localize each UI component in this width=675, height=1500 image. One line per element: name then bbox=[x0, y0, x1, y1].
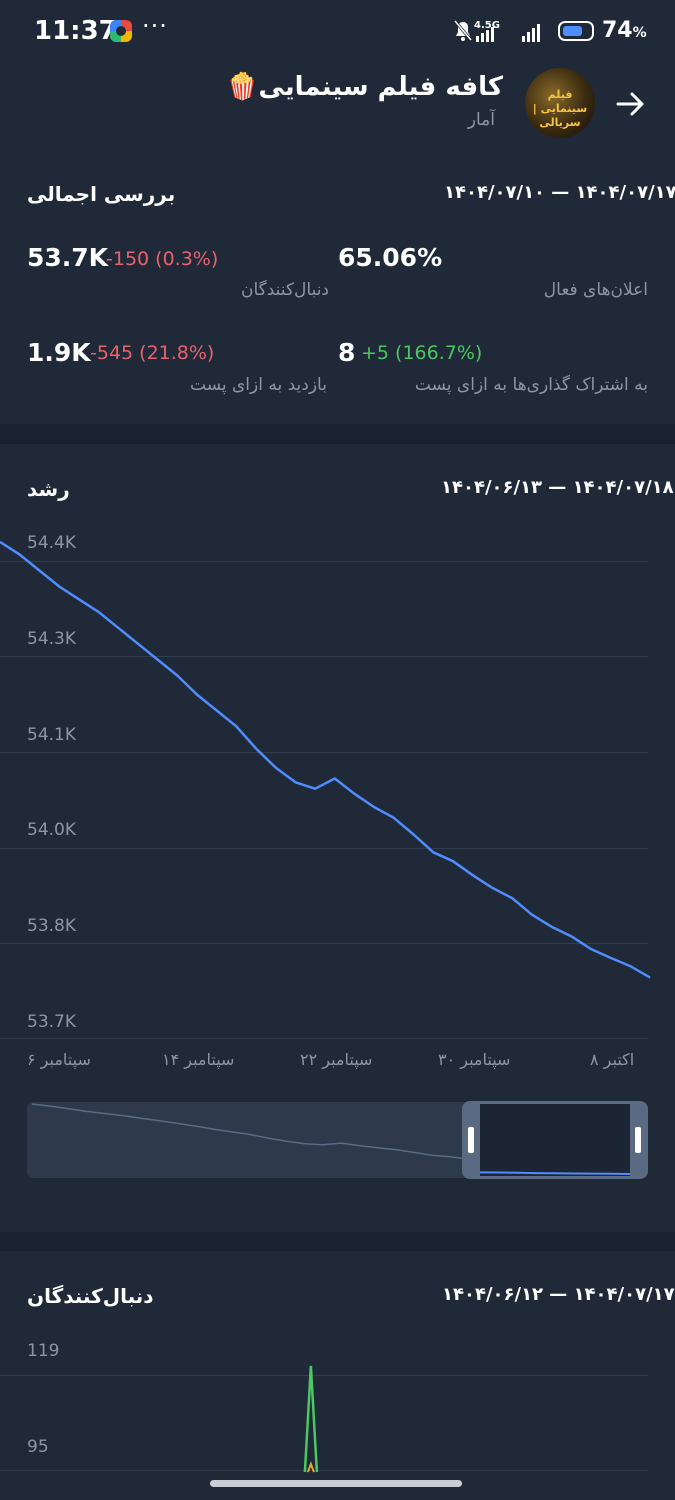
growth-chart[interactable] bbox=[0, 520, 675, 1060]
views-delta: -545 (21.8%) bbox=[90, 342, 215, 364]
overview-title: بررسی اجمالی bbox=[27, 182, 176, 206]
channel-title: کافه فیلم سینمایی🍿 bbox=[226, 72, 503, 102]
channel-avatar[interactable]: فیلم سینمایی | سریالی bbox=[525, 68, 595, 138]
battery-icon bbox=[558, 21, 594, 41]
battery-percent: 74% bbox=[602, 18, 647, 43]
growth-date-range: ۱۴۰۴/۰۶/۱۳ — ۱۴۰۴/۰۷/۱۸ bbox=[441, 477, 674, 498]
x-tick-label: سپتامبر ۳۰ bbox=[438, 1050, 511, 1069]
growth-title: رشد bbox=[27, 477, 70, 501]
x-tick-label: اکتبر ۸ bbox=[590, 1050, 635, 1069]
x-tick-label: سپتامبر ۲۲ bbox=[300, 1050, 373, 1069]
followers-label: دنبال‌کنندگان bbox=[241, 280, 329, 300]
followers-date-range: ۱۴۰۴/۰۶/۱۲ — ۱۴۰۴/۰۷/۱۷ bbox=[442, 1284, 675, 1305]
views-value: 1.9K bbox=[27, 338, 91, 367]
x-tick-label: سپتامبر ۱۴ bbox=[162, 1050, 235, 1069]
followers-chart[interactable] bbox=[0, 1340, 675, 1480]
popcorn-icon: 🍿 bbox=[226, 72, 259, 102]
back-arrow-icon[interactable] bbox=[612, 86, 648, 122]
notifications-label: اعلان‌های فعال bbox=[543, 280, 648, 300]
more-notifications-icon: ··· bbox=[142, 12, 168, 40]
app-notification-icon bbox=[110, 20, 132, 42]
navigator-right-handle[interactable] bbox=[635, 1127, 641, 1153]
signal-icons: 4.5G bbox=[453, 20, 540, 42]
followers-delta: -150 (0.3%) bbox=[106, 248, 219, 270]
cell-signal-2-icon bbox=[522, 24, 540, 42]
navigator-selected-line bbox=[480, 1171, 630, 1175]
followers-section-title: دنبال‌کنندگان bbox=[27, 1284, 154, 1308]
unfollowers-series-line bbox=[306, 1461, 315, 1473]
followers-value: 53.7K bbox=[27, 243, 109, 272]
mute-bell-icon bbox=[453, 20, 473, 41]
x-tick-label: سپتامبر ۶ bbox=[27, 1050, 91, 1069]
status-time: 11:37 bbox=[34, 16, 117, 46]
shares-delta: +5 (166.7%) bbox=[361, 342, 483, 364]
avatar-logo-text: فیلم سینمایی | سریالی bbox=[532, 88, 588, 129]
navigator-left-handle[interactable] bbox=[468, 1127, 474, 1153]
shares-label: به اشتراک گذاری‌ها به ازای پست bbox=[414, 375, 648, 395]
growth-series-line bbox=[0, 540, 651, 979]
page-subtitle: آمار bbox=[467, 110, 495, 130]
followers-series-line bbox=[303, 1365, 319, 1473]
notifications-value: 65.06% bbox=[338, 243, 443, 272]
home-indicator[interactable] bbox=[210, 1480, 462, 1487]
channel-name: کافه فیلم سینمایی bbox=[258, 72, 503, 102]
views-label: بازدید به ازای پست bbox=[190, 375, 327, 395]
navigator-selected-preview bbox=[480, 1171, 630, 1175]
overview-date-range: ۱۴۰۴/۰۷/۱۰ — ۱۴۰۴/۰۷/۱۷ bbox=[444, 182, 675, 203]
shares-value: 8 bbox=[338, 338, 356, 367]
network-type: 4.5G bbox=[474, 20, 500, 31]
